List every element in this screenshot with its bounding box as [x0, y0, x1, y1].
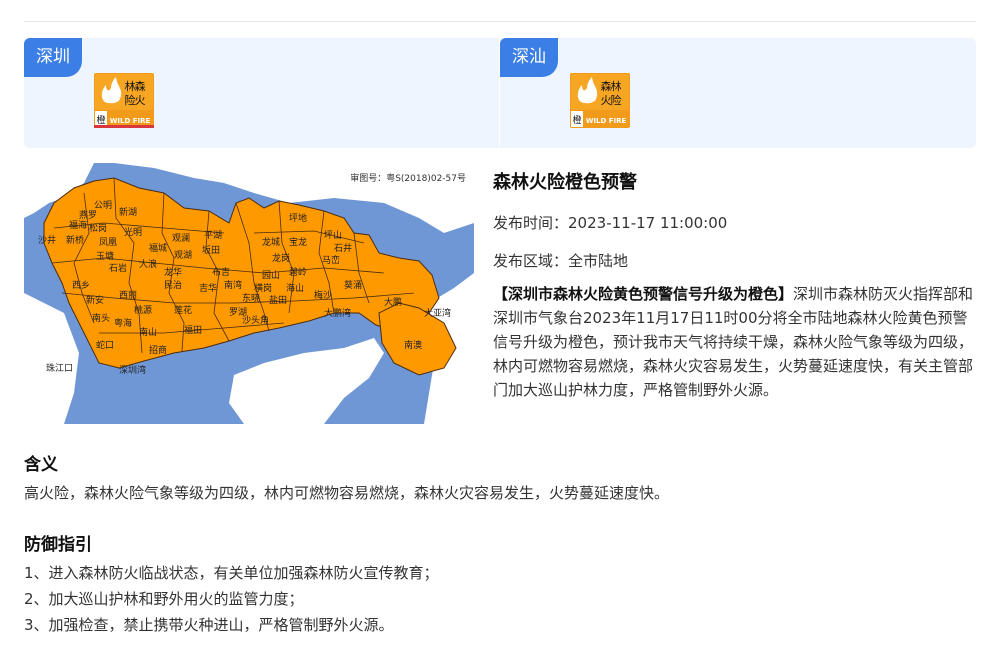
forest-fire-orange-warning-icon[interactable]: 森 林 火 险 橙 WILD FIRE	[570, 73, 630, 128]
publish-time-value: 2023-11-17 11:00:00	[568, 214, 728, 232]
publish-area-value: 全市陆地	[568, 252, 629, 270]
map-label: 福城	[149, 242, 167, 254]
map-review-code: 审图号：粤S(2018)02-57号	[350, 174, 466, 184]
map-label: 新桥	[66, 234, 84, 246]
alert-headline: 【深圳市森林火险黄色预警信号升级为橙色】	[493, 285, 794, 303]
icon-char-0: 林	[125, 79, 136, 93]
map-label: 龙岗	[272, 252, 290, 264]
alert-body: 【深圳市森林火险黄色预警信号升级为橙色】深圳市森林防灭火指挥部和深圳市气象台20…	[493, 282, 977, 402]
map-label: 盐田	[269, 294, 287, 306]
map-label: 马峦	[322, 254, 340, 266]
top-divider	[24, 21, 976, 22]
map-label: 大鹏	[384, 296, 402, 308]
map-label: 光明	[124, 226, 142, 238]
map-label: 西乡	[72, 280, 90, 291]
map-label: 东晓	[242, 292, 260, 304]
shenzhen-map: 公明 新湖 光明 沙井 福海 新桥 松岗 燕罗 凤凰 玉塘 石岩 福城 观澜 观…	[24, 163, 474, 424]
map-label: 南山	[139, 326, 157, 338]
map-label: 新安	[86, 294, 104, 306]
map-label: 西丽	[119, 290, 137, 301]
map-label: 坪地	[289, 212, 307, 224]
map-label: 沙头角	[242, 314, 269, 326]
region-tab-shenzhen[interactable]: 深圳	[24, 38, 82, 77]
map-label: 招商	[149, 344, 167, 356]
alert-detail: 森林火险橙色预警 发布时间：2023-11-17 11:00:00 发布区域：全…	[493, 160, 977, 402]
map-label: 松岗	[89, 222, 107, 234]
selected-underline	[94, 125, 154, 128]
map-label: 公明	[94, 200, 112, 211]
map-label: 横岗	[254, 282, 272, 294]
map-label: 莲花	[174, 304, 192, 316]
icon-badge-text: WILD FIRE	[110, 117, 151, 125]
map-label: 吉华	[199, 282, 217, 294]
map-label: 石井	[334, 242, 352, 254]
publish-time-label: 发布时间：	[493, 214, 569, 232]
map-label: 福田	[184, 324, 202, 336]
map-label: 宝龙	[289, 236, 307, 248]
map-label: 海山	[286, 282, 304, 294]
map-label: 民治	[164, 279, 182, 291]
meaning-heading: 含义	[24, 455, 58, 475]
map-label: 粤海	[114, 317, 132, 329]
map-label: 观澜	[172, 233, 190, 244]
map-label: 蛇口	[96, 339, 114, 351]
map-label: 新湖	[119, 206, 137, 218]
map-label: 园山	[262, 270, 280, 281]
map-label: 葵涌	[344, 279, 362, 291]
map-label: 坂田	[202, 245, 220, 256]
warning-map: 公明 新湖 光明 沙井 福海 新桥 松岗 燕罗 凤凰 玉塘 石岩 福城 观澜 观…	[24, 163, 474, 424]
forest-fire-orange-warning-icon[interactable]: 森 火 林 险 橙 WILD FIRE	[94, 73, 154, 128]
map-label: 大亚湾	[424, 307, 451, 319]
guide-item: 2、加大巡山护林和野外用火的监管力度；	[24, 590, 304, 608]
map-label: 梅沙	[314, 289, 332, 301]
map-label: 玉塘	[96, 250, 114, 262]
map-label: 沙井	[38, 234, 56, 246]
map-label: 布吉	[212, 266, 230, 278]
icon-char-2: 险	[125, 93, 136, 107]
map-label: 大鹏湾	[324, 307, 351, 319]
icon-char-1: 林	[611, 79, 622, 93]
map-label: 南澳	[404, 339, 422, 351]
region-tab-shenshan[interactable]: 深汕	[500, 38, 558, 77]
guide-heading: 防御指引	[24, 535, 92, 555]
map-label: 观湖	[174, 250, 192, 261]
icon-char-3: 险	[611, 93, 622, 107]
map-label: 凤凰	[99, 237, 117, 248]
map-label: 珠江口	[46, 362, 73, 374]
map-label: 南湾	[224, 279, 242, 291]
meaning-text: 高火险，森林火险气象等级为四级，林内可燃物容易燃烧，森林火灾容易发生，火势蔓延速…	[24, 484, 670, 502]
publish-area-row: 发布区域：全市陆地	[493, 250, 977, 270]
icon-badge-text: WILD FIRE	[586, 117, 627, 125]
map-label: 南头	[92, 312, 110, 324]
map-label: 石岩	[109, 262, 127, 274]
map-label: 桃源	[134, 304, 152, 316]
map-label: 平湖	[204, 230, 222, 241]
map-label: 大浪	[139, 258, 157, 270]
map-label: 龙城	[262, 236, 280, 248]
alert-title: 森林火险橙色预警	[493, 172, 637, 193]
map-label: 坪山	[324, 230, 342, 241]
icon-char-1: 森	[135, 79, 146, 93]
map-label: 深圳湾	[119, 364, 146, 376]
region-tabs-panel: 深圳 森 火 林 险 橙 WILD FIRE 深汕 森 林 火 险 橙 WILD…	[24, 38, 976, 148]
icon-level-char: 橙	[572, 114, 581, 126]
publish-area-label: 发布区域：	[493, 252, 569, 270]
guide-item: 1、进入森林防火临战状态，有关单位加强森林防火宣传教育；	[24, 564, 439, 582]
guide-item: 3、加强检查，禁止携带火种进山，严格管制野外火源。	[24, 616, 394, 634]
map-label: 碧岭	[289, 266, 307, 278]
map-label: 燕罗	[79, 209, 97, 221]
icon-char-3: 火	[135, 94, 146, 107]
map-label: 龙华	[164, 266, 182, 278]
publish-time-row: 发布时间：2023-11-17 11:00:00	[493, 212, 977, 232]
